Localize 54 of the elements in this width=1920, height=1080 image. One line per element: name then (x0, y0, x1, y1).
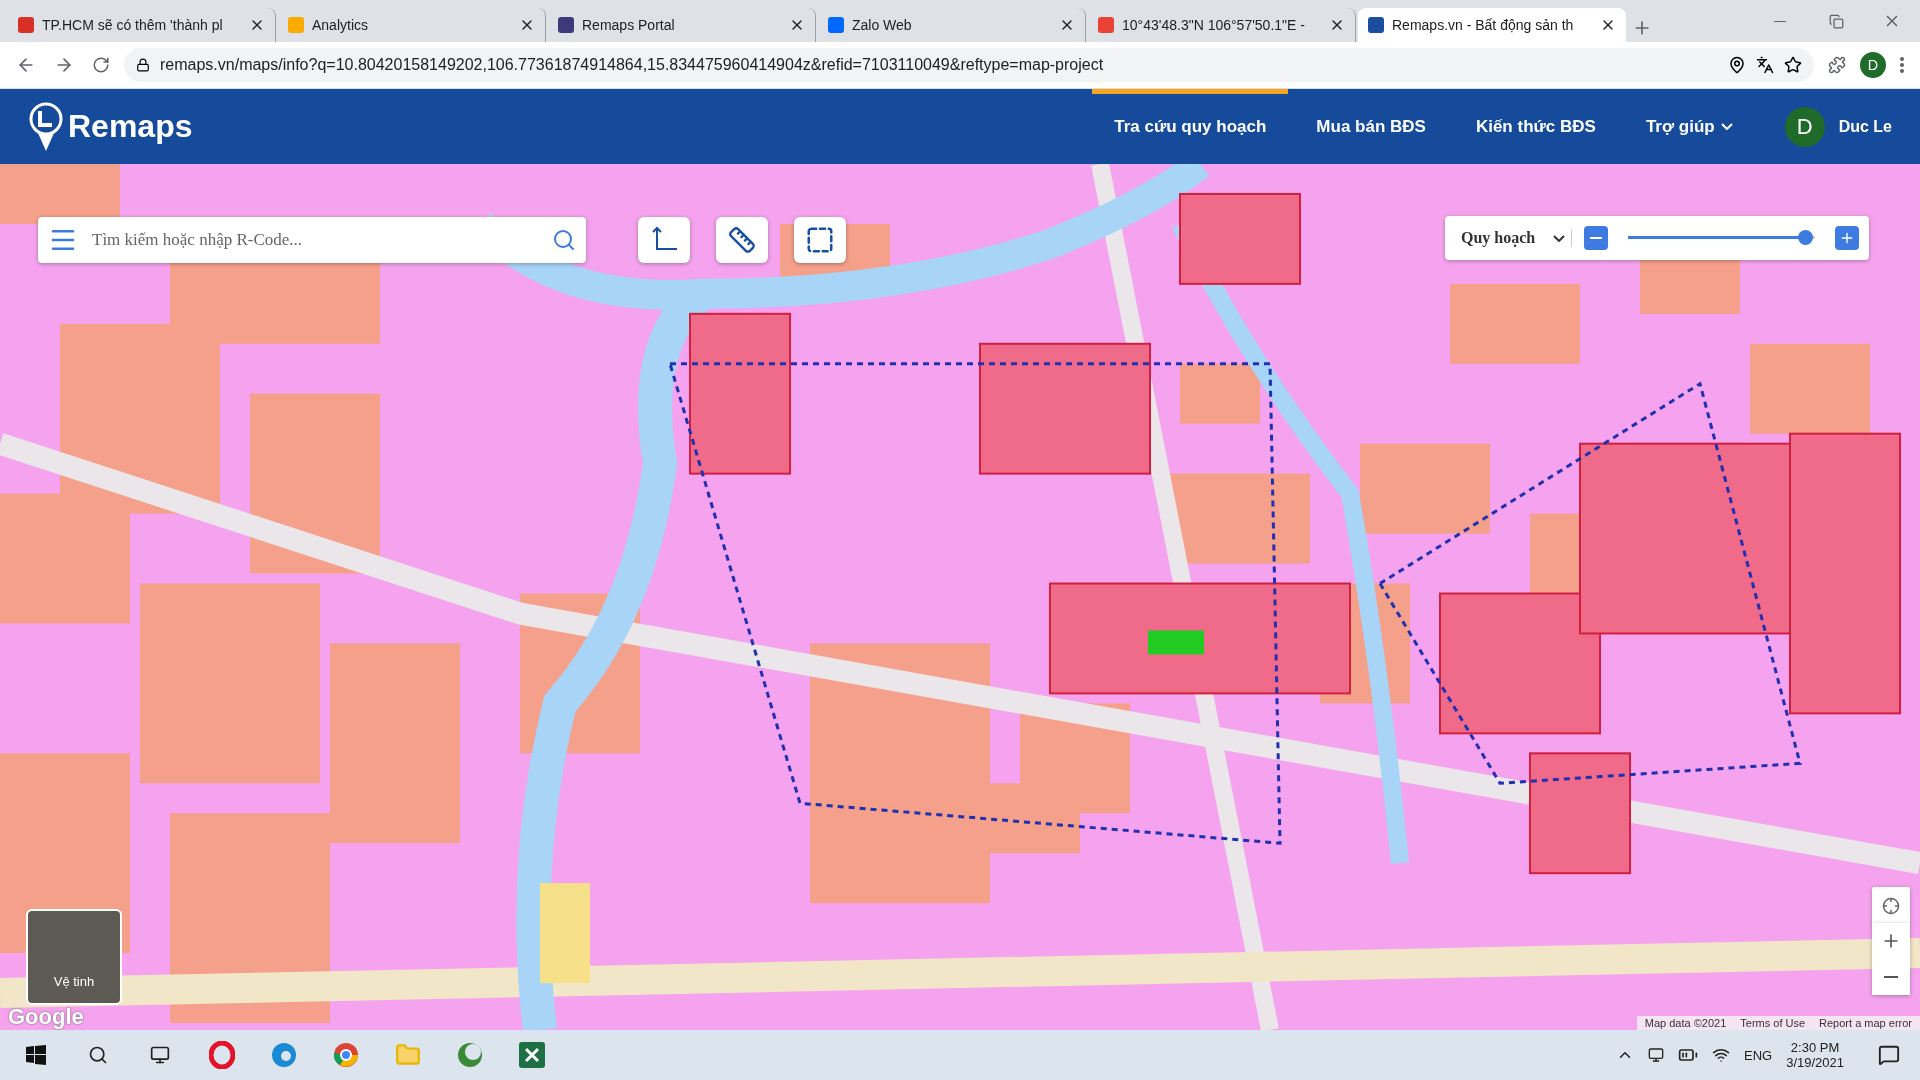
clock[interactable]: 2:30 PM 3/19/2021 (1786, 1040, 1844, 1070)
minus-icon (1590, 237, 1603, 239)
google-logo: Google (8, 1004, 84, 1030)
attribution-link[interactable]: Map data ©2021 (1644, 1017, 1727, 1029)
plus-icon (1839, 230, 1855, 246)
browser-tab[interactable]: Remaps.vn - Bất động sản th (1358, 8, 1626, 42)
kebab-menu-icon (1900, 57, 1904, 73)
search-icon (552, 228, 576, 252)
restore-icon (1828, 13, 1844, 29)
bookmark-star-icon (1784, 56, 1802, 74)
coordinate-tool-button[interactable] (638, 217, 690, 263)
ruler-tool-button[interactable] (716, 217, 768, 263)
area-select-button[interactable] (794, 217, 846, 263)
ruler-icon (728, 226, 756, 254)
notification-icon (1878, 1044, 1900, 1066)
remaps-logo[interactable]: Remaps (28, 100, 193, 153)
language-indicator[interactable]: ENG (1744, 1047, 1773, 1063)
lock-icon (136, 58, 150, 72)
profile-avatar[interactable]: D (1860, 52, 1886, 78)
zoom-out-button[interactable] (1872, 959, 1910, 995)
search-icon (88, 1045, 108, 1065)
url-text: remaps.vn/maps/info?q=10.80420158149202,106.77361874914864,15.834475960414904z&refid=7103110049&reftype=map-project (160, 56, 1105, 74)
device-icon (1648, 1047, 1664, 1063)
translate-icon (1756, 56, 1774, 74)
puzzle-icon (1828, 56, 1846, 74)
address-bar[interactable]: remaps.vn/maps/info?q=10.80420158149202,106.77361874914864,15.834475960414904z&refid=7103110049&reftype=map-project (124, 48, 1814, 82)
nav-link[interactable]: Kiến thức BĐS (1453, 89, 1618, 164)
locate-button[interactable] (1872, 887, 1910, 925)
zoom-in-button[interactable] (1872, 923, 1910, 959)
windows-logo-icon (26, 1045, 46, 1065)
reload-icon (92, 56, 110, 74)
minimize-icon (1774, 20, 1786, 22)
layer-select[interactable]: Quy hoạch (1455, 229, 1573, 247)
chevron-down-icon (1720, 123, 1733, 130)
user-avatar[interactable]: D (1784, 106, 1825, 147)
wifi-icon (1712, 1046, 1730, 1064)
nav-link[interactable]: Mua bán BĐS (1294, 89, 1448, 164)
chevron-down-icon (1553, 234, 1566, 242)
attribution-link[interactable]: Report a map error (1819, 1017, 1912, 1029)
opacity-slider[interactable] (1628, 230, 1815, 246)
user-name: Duc Le (1838, 117, 1892, 136)
decrease-button[interactable] (1584, 226, 1609, 250)
slider-thumb[interactable] (1797, 230, 1813, 245)
attribution-link[interactable]: Terms of Use (1740, 1017, 1806, 1029)
increase-button[interactable] (1835, 226, 1859, 250)
minus-icon (1884, 976, 1898, 978)
nav-link[interactable]: Trợ giúp (1623, 89, 1755, 164)
search-field[interactable]: Tìm kiếm hoặc nhập R-Code... (38, 217, 586, 263)
dashed-square-icon (805, 225, 835, 255)
map-pin-logo-icon (28, 100, 64, 153)
satellite-toggle[interactable]: Vệ tinh (26, 909, 122, 1005)
task-view-icon (150, 1045, 170, 1065)
crosshair-icon (1882, 897, 1900, 915)
location-icon (1728, 56, 1746, 74)
